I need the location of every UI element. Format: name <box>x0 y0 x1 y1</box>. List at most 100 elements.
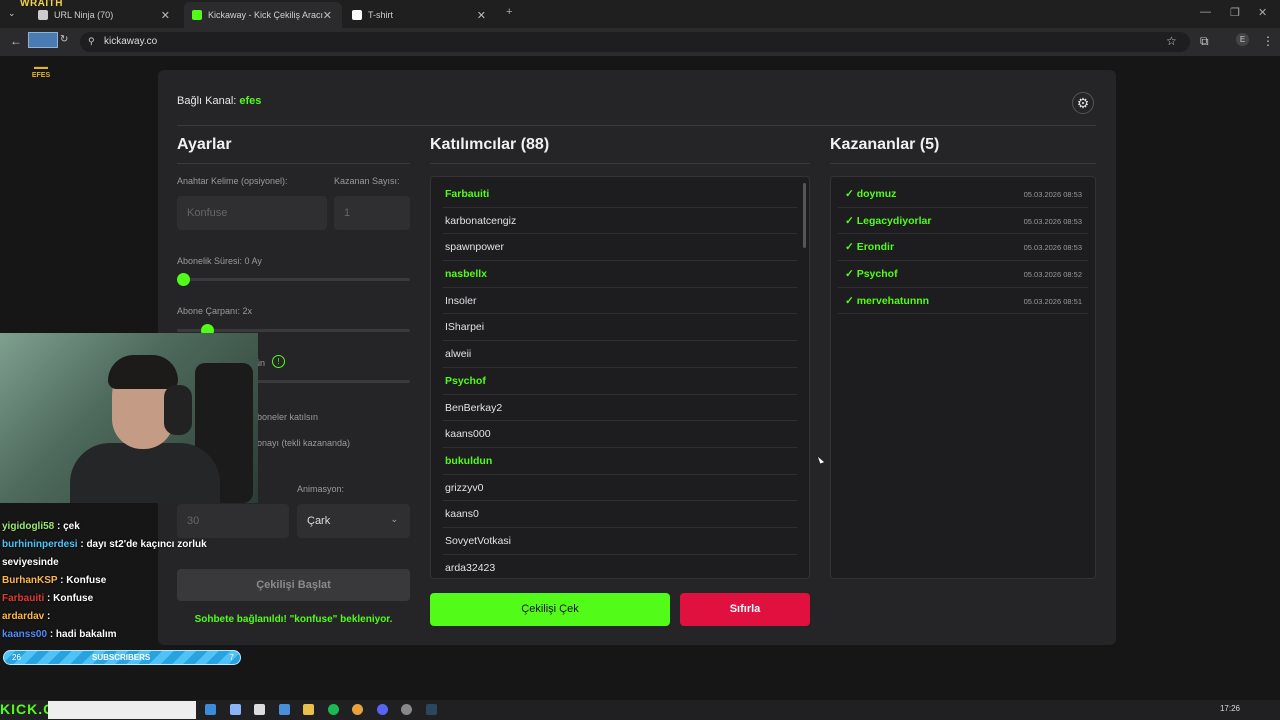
channel-name: efes <box>239 95 262 107</box>
mail-icon[interactable] <box>279 704 290 715</box>
chat-message: ardardav : <box>2 608 242 626</box>
url-field[interactable]: ⚲ kickaway.co <box>80 32 1190 52</box>
menu-icon[interactable]: ⋮ <box>1262 34 1274 48</box>
close-icon[interactable]: ✕ <box>323 9 332 22</box>
chat-username: BurhanKSP <box>2 575 58 586</box>
chat-message: yigidogli58 : çek <box>2 518 242 536</box>
folder-icon[interactable] <box>303 704 314 715</box>
subs-only-label: boneler katılsın <box>257 412 319 422</box>
winner-name: ✓ Erondir <box>845 241 895 254</box>
divider <box>177 125 1096 126</box>
participant-row: kaans0 <box>443 501 797 528</box>
winner-date: 05.03.2026 08:51 <box>1023 296 1082 306</box>
maximize-icon[interactable]: ❐ <box>1230 6 1240 19</box>
favicon-icon <box>352 10 362 20</box>
sub-duration-handle[interactable] <box>177 273 190 286</box>
profile-avatar[interactable]: E <box>1236 33 1249 46</box>
tab-tshirt[interactable]: T-shirt ✕ <box>344 2 496 28</box>
favicon-icon <box>38 10 48 20</box>
discord-icon[interactable] <box>377 704 388 715</box>
winner-date: 05.03.2026 08:53 <box>1023 216 1082 226</box>
minimize-icon[interactable]: — <box>1200 6 1211 18</box>
participant-row: kaans000 <box>443 421 797 448</box>
participant-row: arda32423 <box>443 555 797 578</box>
winner-name: ✓ doymuz <box>845 188 897 200</box>
participant-row: BenBerkay2 <box>443 395 797 422</box>
obs-icon[interactable] <box>401 704 412 715</box>
confirm-label: onayı (tekli kazananda) <box>257 438 351 448</box>
sub-multiplier-label: Abone Çarpanı: 2x <box>177 306 253 316</box>
chat-username: kaanss00 <box>2 629 48 640</box>
tab-search-icon[interactable]: ⌄ <box>8 8 16 19</box>
keyword-placeholder: Konfuse <box>187 207 228 219</box>
divider <box>830 163 1096 164</box>
steam-icon[interactable] <box>426 704 437 715</box>
chat-text: : Konfuse <box>47 593 94 604</box>
scrollbar[interactable] <box>803 183 806 248</box>
participant-row: SovyetVotkasi <box>443 528 797 555</box>
subs-label: SUBSCRIBERS <box>92 653 151 662</box>
winner-date: 05.03.2026 08:53 <box>1023 190 1082 199</box>
participant-row: Psychof <box>443 368 797 395</box>
window-close-icon[interactable]: ✕ <box>1258 6 1267 19</box>
winners-list: ✓ doymuz 05.03.2026 08:53 ✓ Legacydiyorlar… <box>830 176 1096 579</box>
tab-label: URL Ninja (70) <box>54 10 114 20</box>
winners-title: Kazananlar (5) <box>830 136 940 153</box>
animation-label: Animasyon: <box>297 484 345 494</box>
winner-count-value: 1 <box>344 207 351 219</box>
settings-title: Ayarlar <box>177 136 232 153</box>
draw-button[interactable]: Çekilişi Çek <box>430 593 670 626</box>
edge-icon[interactable] <box>205 704 216 715</box>
chat-message: kaanss00 : hadi bakalım <box>2 626 242 644</box>
winner-date: 05.03.2026 08:52 <box>1023 270 1082 280</box>
participant-row: bukuldun <box>443 448 797 475</box>
reload-icon[interactable]: ↻ <box>60 34 68 45</box>
chrome-icon[interactable] <box>352 704 363 715</box>
winner-row: ✓ doymuz 05.03.2026 08:53 <box>838 181 1088 208</box>
stream-logo: ▬▬ EFES <box>31 64 51 79</box>
clock: 17:26 <box>1219 704 1240 713</box>
bookmark-star-icon[interactable]: ☆ <box>1166 34 1177 48</box>
chat-overlay: yigidogli58 : çek burhininperdesi : dayı … <box>2 518 242 644</box>
chat-username: burhininperdesi <box>2 539 78 550</box>
back-icon[interactable]: ← <box>10 34 22 48</box>
winner-count-input[interactable]: 1 <box>334 196 410 230</box>
thumbnail-icon <box>28 32 58 48</box>
reset-button[interactable]: Sıfırla <box>680 593 810 626</box>
sub-duration-slider[interactable] <box>177 278 410 281</box>
animation-value: Çark <box>307 515 331 527</box>
close-icon[interactable]: ✕ <box>477 9 486 22</box>
info-icon[interactable]: ! <box>272 355 285 368</box>
winner-row: ✓ Psychof 05.03.2026 08:52 <box>838 261 1088 288</box>
address-bar-row: ← ↻ ⚲ kickaway.co ☆ ⧉ E ⋮ <box>0 28 1280 56</box>
favicon-icon <box>192 10 202 20</box>
chat-text: : Konfuse <box>60 575 107 586</box>
tab-url-ninja[interactable]: URL Ninja (70) ✕ <box>30 2 180 28</box>
new-tab-icon[interactable]: + <box>506 6 512 18</box>
extensions-icon[interactable]: ⧉ <box>1200 34 1209 49</box>
url-text: kickaway.co <box>104 36 158 47</box>
store-icon[interactable] <box>254 704 265 715</box>
spotify-icon[interactable] <box>328 704 339 715</box>
participant-row: grizzyv0 <box>443 475 797 502</box>
animation-select[interactable]: Çark ⌄ <box>297 504 410 538</box>
chat-username: yigidogli58 <box>2 521 55 532</box>
close-icon[interactable]: ✕ <box>161 9 170 22</box>
chevron-down-icon: ⌄ <box>390 514 398 524</box>
keyword-input[interactable]: Konfuse <box>177 196 327 230</box>
taskbar-search[interactable] <box>48 701 196 719</box>
chat-username: ardardav <box>2 611 45 622</box>
participants-title: Katılımcılar (88) <box>430 136 550 153</box>
tab-label: T-shirt <box>368 10 394 20</box>
sub-duration-label: Abonelik Süresi: 0 Ay <box>177 256 262 266</box>
gear-icon[interactable]: ⚙ <box>1072 92 1094 114</box>
copilot-icon[interactable] <box>230 704 241 715</box>
participants-list[interactable]: Farbauiti karbonatcengiz spawnpower nasbell… <box>430 176 810 579</box>
keyword-label: Anahtar Kelime (opsiyonel): <box>177 176 288 186</box>
participant-row: Farbauiti <box>443 181 797 208</box>
streamer-body <box>70 443 220 503</box>
tab-kickaway[interactable]: Kickaway - Kick Çekiliş Aracı ✕ <box>184 2 342 28</box>
site-info-icon[interactable]: ⚲ <box>88 36 95 47</box>
participant-row: spawnpower <box>443 234 797 262</box>
headset <box>164 385 192 435</box>
